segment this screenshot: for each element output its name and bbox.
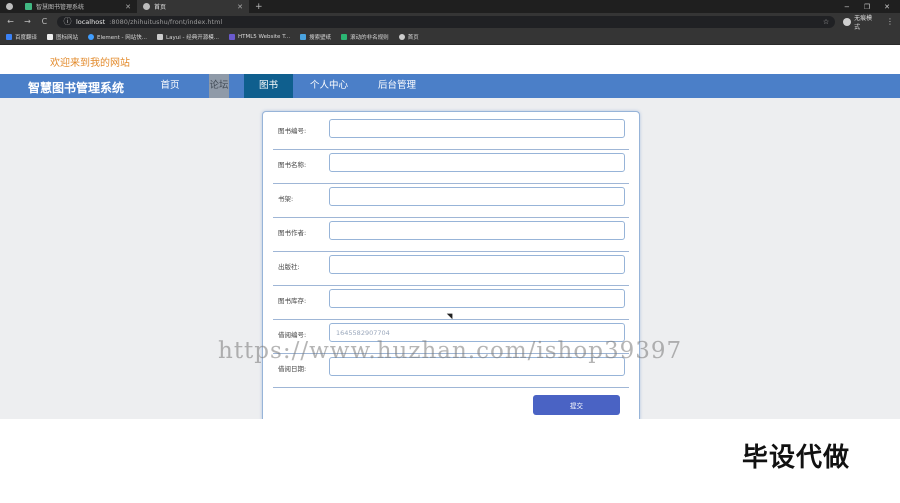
author-input[interactable] (329, 221, 625, 240)
window-controls: − ❐ ✕ (844, 3, 900, 11)
screen: 智慧图书管理系统 ✕ 首页 ✕ + − ❐ ✕ ← → C ⓘ localhos… (0, 0, 900, 503)
bookmark-label: 百度翻译 (15, 35, 38, 41)
globe-icon (398, 34, 405, 40)
bookmark-item[interactable]: 搜索壁纸 (300, 33, 331, 41)
form-row-publisher: 出版社: (273, 252, 629, 286)
browser-menu-icon[interactable]: ⋮ (886, 17, 900, 26)
reload-button[interactable]: C (40, 17, 49, 26)
stock-input[interactable] (329, 289, 625, 308)
bookmark-label: HTML5 Website T... (237, 34, 291, 40)
field-label: 借阅编号: (278, 331, 307, 339)
form-row-shelf: 书架: (273, 184, 629, 218)
browser-tab-3[interactable]: 首页 ✕ (137, 0, 249, 13)
borrow-id-input[interactable] (329, 323, 625, 342)
bookmark-item[interactable]: 百度翻译 (6, 33, 37, 41)
nav-books[interactable]: 图书 (244, 74, 293, 98)
bookmark-item[interactable]: 图标网站 (47, 33, 78, 41)
site-navbar: 智慧图书管理系统 首页 论坛 图书 个人中心 后台管理 (0, 74, 900, 98)
field-label: 出版社: (278, 263, 300, 271)
browser-tab-title: 首页 (154, 4, 167, 11)
book-id-input[interactable] (329, 119, 625, 138)
nav-personal-center[interactable]: 个人中心 (302, 74, 356, 98)
bookmark-item[interactable]: Layui - 经典开源模... (157, 33, 219, 41)
borrow-form: 图书编号: 图书名称: 书架: 图书作者: 出版社: 图书库存: 借阅编号: 1… (262, 111, 640, 421)
globe-icon (143, 3, 150, 10)
minimize-button[interactable]: − (844, 3, 850, 11)
form-row-borrow-date: 借阅日期: (273, 354, 629, 388)
bookmark-label: Layui - 经典开源模... (166, 35, 219, 41)
book-name-input[interactable] (329, 153, 625, 172)
element-icon (88, 34, 95, 40)
field-label: 图书库存: (278, 297, 307, 305)
bookmark-label: 搜索壁纸 (309, 35, 332, 41)
nav-home[interactable]: 首页 (148, 74, 192, 98)
bookmark-item[interactable]: 首页 (398, 33, 419, 41)
vue-logo-icon (25, 3, 32, 10)
incognito-icon (843, 17, 852, 26)
close-window-button[interactable]: ✕ (884, 3, 890, 11)
caption-text: 毕设代做 (741, 443, 850, 473)
url-host: localhost (75, 17, 106, 26)
bookmarks-bar: 百度翻译 图标网站 Element - 网站快... Layui - 经典开源模… (0, 30, 900, 45)
welcome-bar: 欢迎来到我的网站 (0, 46, 900, 74)
bookmark-label: Element - 网站快... (97, 35, 148, 41)
borrow-date-input[interactable] (329, 357, 625, 376)
restore-button[interactable]: ❐ (864, 3, 870, 11)
bookmark-item[interactable]: 滚动的非名规则 (341, 33, 389, 41)
bookmark-label: 首页 (407, 35, 419, 41)
form-row-borrow-id: 借阅编号: (273, 320, 629, 354)
bookmark-label: 图标网站 (56, 35, 79, 41)
bookmark-star-icon[interactable]: ☆ (823, 18, 829, 26)
browser-tab-strip: 智慧图书管理系统 ✕ 首页 ✕ + − ❐ ✕ (0, 0, 900, 13)
layui-icon (157, 34, 164, 40)
wallpaper-icon (300, 34, 307, 40)
nav-admin[interactable]: 后台管理 (370, 74, 424, 98)
site-logo: 智慧图书管理系统 (28, 81, 125, 95)
field-label: 书架: (278, 195, 294, 203)
address-bar[interactable]: ⓘ localhost:8080/zhihuitushu/front/index… (56, 15, 836, 28)
field-label: 图书作者: (278, 229, 307, 237)
welcome-text: 欢迎来到我的网站 (50, 58, 130, 69)
bookmark-item[interactable]: Element - 网站快... (88, 33, 147, 41)
nav-forum[interactable]: 论坛 (209, 74, 229, 98)
info-icon[interactable]: ⓘ (63, 16, 72, 27)
submit-button[interactable]: 提交 (533, 395, 620, 415)
html5-icon (228, 34, 235, 40)
new-tab-button[interactable]: + (249, 2, 269, 12)
translate-icon (6, 34, 12, 40)
browser-toolbar: ← → C ⓘ localhost:8080/zhihuitushu/front… (0, 13, 900, 31)
bookmark-item[interactable]: HTML5 Website T... (228, 34, 291, 40)
field-label: 图书名称: (278, 161, 307, 169)
publisher-input[interactable] (329, 255, 625, 274)
field-label: 图书编号: (278, 127, 307, 135)
form-row-book-name: 图书名称: (273, 150, 629, 184)
form-row-author: 图书作者: (273, 218, 629, 252)
bookmark-label: 滚动的非名规则 (350, 35, 389, 41)
shelf-input[interactable] (329, 187, 625, 206)
close-tab-icon[interactable]: ✕ (237, 3, 243, 11)
globe-icon (6, 3, 13, 10)
browser-tab-2[interactable]: 智慧图书管理系统 ✕ (19, 0, 137, 13)
forward-button[interactable]: → (23, 17, 32, 26)
profile-label: 无痕模式 (854, 14, 873, 31)
browser-tab-title: 智慧图书管理系统 (36, 4, 85, 11)
url-path: :8080/zhihuitushu/front/index.html (109, 17, 223, 26)
incognito-profile[interactable]: 无痕模式 (843, 13, 878, 31)
close-tab-icon[interactable]: ✕ (125, 3, 131, 11)
main-content: 图书编号: 图书名称: 书架: 图书作者: 出版社: 图书库存: 借阅编号: 1… (0, 98, 900, 421)
site-icon (341, 34, 348, 40)
back-button[interactable]: ← (6, 17, 15, 26)
browser-tab-1[interactable] (0, 0, 19, 13)
form-row-book-id: 图书编号: (273, 116, 629, 150)
folder-icon (47, 34, 54, 40)
field-label: 借阅日期: (278, 365, 307, 373)
